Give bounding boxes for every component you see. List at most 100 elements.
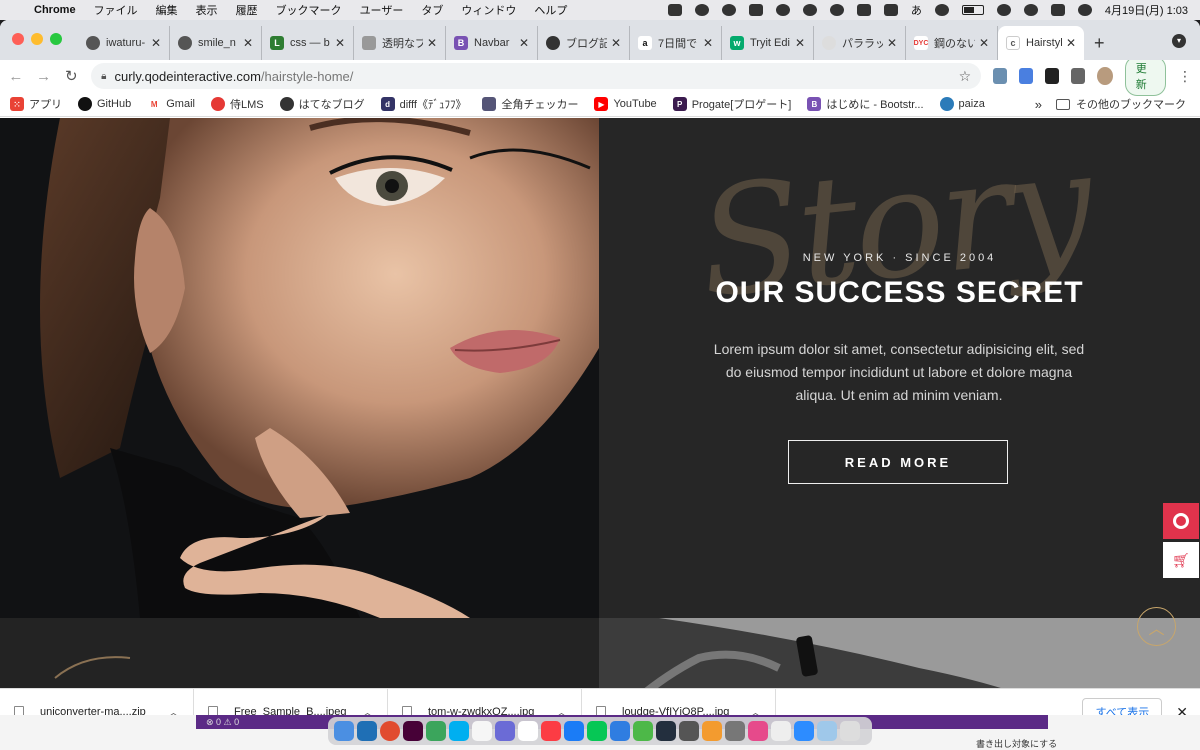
tab[interactable]: ブログ記 ✕ [538,26,630,60]
download-item[interactable]: uniconverter-ma....zip ︿ [0,688,194,715]
close-tab-icon[interactable]: ✕ [151,36,161,50]
back-icon[interactable]: ← [8,68,24,85]
close-tab-icon[interactable]: ✕ [1066,36,1076,50]
menu-users[interactable]: ユーザー [360,2,404,18]
bookmark-bootstrap[interactable]: B はじめに - Bootstr... [807,96,924,112]
tab[interactable]: Lcss — b ✕ [262,26,354,60]
close-tab-icon[interactable]: ✕ [795,36,805,50]
cart-side-button[interactable]: 🛒︎ [1163,542,1199,578]
play-icon[interactable] [829,4,844,16]
reload-icon[interactable]: ↻ [63,67,79,85]
close-tab-icon[interactable]: ✕ [887,36,897,50]
address-bar[interactable]: 🔒︎ curly.qodeinteractive.com/hairstyle-h… [91,63,982,89]
show-all-downloads-button[interactable]: すべて表示 [1082,698,1163,715]
pencil-icon[interactable] [775,4,790,16]
new-tab-button[interactable]: + [1094,33,1105,54]
bookmark-apps[interactable]: ⁙ アプリ [10,96,62,112]
app-menu-chrome[interactable]: Chrome [34,4,76,16]
bookmark-extension-icon[interactable] [1045,68,1060,84]
adobe-xd-icon[interactable] [403,721,423,741]
chevron-up-icon[interactable]: ︿ [362,704,373,715]
bookmark-zenkaku[interactable]: 全角チェッカー [482,96,578,112]
line-icon[interactable] [802,4,817,16]
close-tab-icon[interactable]: ✕ [979,36,989,50]
volume-icon[interactable] [856,4,871,16]
wifi-icon[interactable] [996,4,1011,16]
control-center-icon[interactable] [1050,4,1065,16]
zoom-icon[interactable] [794,721,814,741]
bookmark-samurai[interactable]: 侍LMS [210,96,264,112]
bookmark-star-icon[interactable]: ☆ [959,68,972,85]
photo-booth-icon[interactable] [679,721,699,741]
chat-side-button[interactable] [1163,503,1199,539]
tab[interactable]: smile_n ✕ [170,26,262,60]
tab[interactable]: 透明なブ ✕ [354,26,446,60]
tab[interactable]: パララッ ✕ [814,26,906,60]
input-method-icon[interactable]: あ [911,2,922,18]
sourcetree-icon[interactable] [426,721,446,741]
tab[interactable]: w Tryit Edi ✕ [722,26,814,60]
eyedropper-extension-icon[interactable] [993,68,1008,84]
app-store-icon[interactable] [564,721,584,741]
forward-icon[interactable]: → [36,68,52,85]
clock[interactable]: 4月19日(月) 1:03 [1105,2,1188,18]
launchpad-icon[interactable] [495,721,515,741]
textedit-icon[interactable] [771,721,791,741]
chevron-up-icon[interactable]: ︿ [168,704,179,715]
bookmarks-overflow-icon[interactable]: » [1035,97,1042,112]
maps-icon[interactable] [633,721,653,741]
menu-help[interactable]: ヘルプ [534,2,567,18]
battery-icon[interactable] [961,5,984,15]
close-tab-icon[interactable]: ✕ [703,36,713,50]
tab[interactable]: a 7日間で ✕ [630,26,722,60]
creative-cloud-icon[interactable] [721,4,736,16]
bookmark-progate[interactable]: P Progate[プロゲート] [672,96,791,112]
bookmark-hatena[interactable]: はてなブログ [279,96,365,112]
tab-active[interactable]: c Hairstyle ✕ [998,26,1084,60]
avatar[interactable] [1097,67,1113,85]
line-icon[interactable] [587,721,607,741]
photos-icon[interactable] [748,721,768,741]
close-tab-icon[interactable]: ✕ [519,36,529,50]
close-tab-icon[interactable]: ✕ [243,36,253,50]
zoom-icon[interactable] [667,4,682,16]
tab-search-icon[interactable]: ▾ [1172,34,1186,48]
menu-tab[interactable]: タブ [421,2,443,18]
download-item[interactable]: Free_Sample_B....jpeg ︿ [194,688,388,715]
calendar-icon[interactable] [518,721,538,741]
bookmark-other-folder[interactable]: その他のブックマーク [1056,96,1186,112]
minimize-window-button[interactable] [31,33,43,45]
update-button[interactable]: 更新 [1124,56,1166,96]
menu-history[interactable]: 履歴 [236,2,258,18]
more-menu-icon[interactable]: ⋮ [1178,68,1192,85]
moon-icon[interactable] [934,4,949,16]
scroll-to-top-button[interactable]: ︿ [1137,607,1176,646]
download-item[interactable]: tom-w-zwdkxQZ....jpg ︿ [388,688,582,715]
close-tab-icon[interactable]: ✕ [335,36,345,50]
finder-icon[interactable] [334,721,354,741]
bookmark-youtube[interactable]: ▶ YouTube [594,97,657,111]
app-icon[interactable] [702,721,722,741]
tab[interactable]: B Navbar ✕ [446,26,538,60]
bolt-icon[interactable] [694,4,709,16]
system-preferences-icon[interactable] [725,721,745,741]
zoom-window-button[interactable] [50,33,62,45]
puzzle-icon[interactable] [1071,68,1086,84]
menu-bookmarks[interactable]: ブックマーク [276,2,342,18]
translate-extension-icon[interactable] [1019,68,1034,84]
mail-icon[interactable] [610,721,630,741]
menu-window[interactable]: ウィンドウ [461,2,516,18]
bookmark-github[interactable]: GitHub [78,97,131,111]
bookmark-gmail[interactable]: M Gmail [147,97,195,111]
amazon-music-icon[interactable] [656,721,676,741]
vscode-icon[interactable] [357,721,377,741]
chrome-icon[interactable] [380,721,400,741]
close-tab-icon[interactable]: ✕ [427,36,437,50]
chevron-up-icon[interactable]: ︿ [750,704,761,715]
bookmark-difff[interactable]: d difff《ﾃﾞｭﾌﾌ》 [380,96,466,112]
music-icon[interactable] [541,721,561,741]
menu-edit[interactable]: 編集 [156,2,178,18]
read-more-button[interactable]: READ MORE [788,440,1008,484]
close-downloads-icon[interactable]: ✕ [1176,704,1188,716]
notes-icon[interactable] [472,721,492,741]
